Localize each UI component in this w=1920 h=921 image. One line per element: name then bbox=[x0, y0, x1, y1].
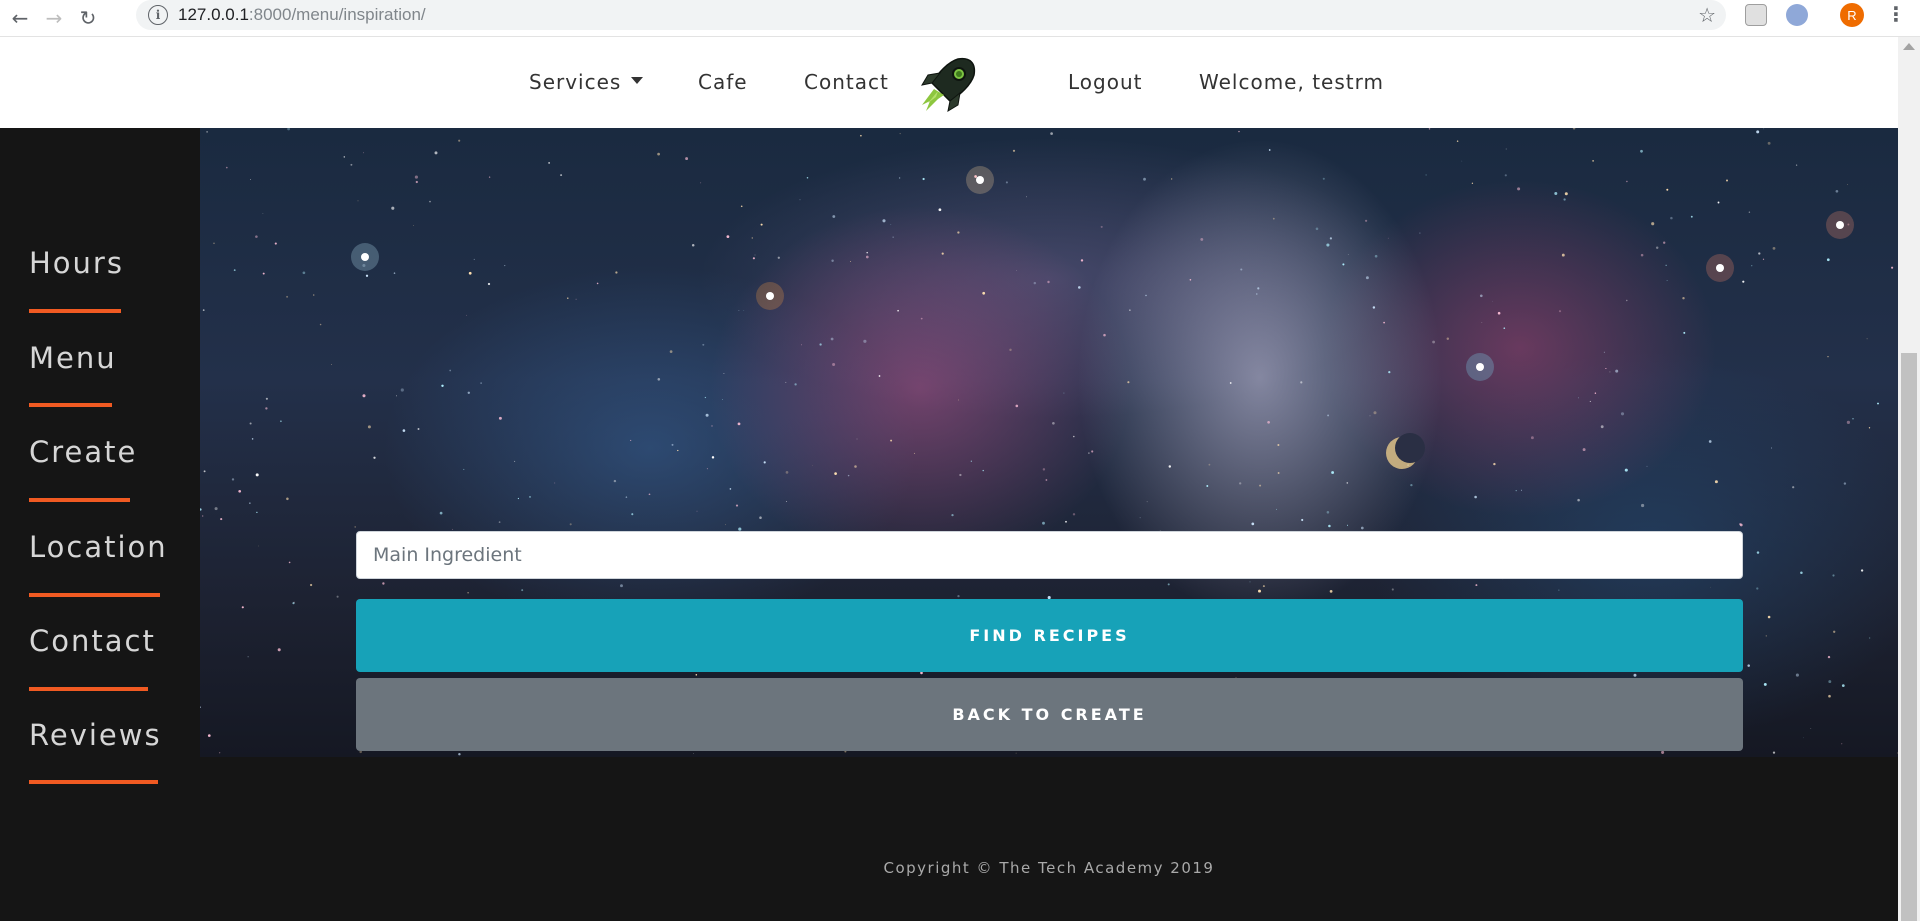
caret-down-icon bbox=[631, 77, 644, 84]
bookmark-star-icon[interactable]: ☆ bbox=[1698, 3, 1716, 27]
sidebar-item-menu[interactable]: Menu bbox=[29, 341, 117, 375]
sidebar-underline bbox=[29, 593, 160, 597]
browser-menu-icon[interactable]: ⋮ bbox=[1886, 2, 1906, 26]
sidebar: Hours Menu Create Location Contact Revie… bbox=[0, 128, 200, 921]
forward-arrow-icon[interactable]: → bbox=[40, 4, 68, 32]
back-to-create-button[interactable]: BACK TO CREATE bbox=[356, 678, 1743, 751]
nav-logout-link[interactable]: Logout bbox=[1068, 70, 1142, 94]
sidebar-item-hours[interactable]: Hours bbox=[29, 246, 124, 280]
sidebar-underline bbox=[29, 780, 158, 784]
scroll-up-arrow-icon[interactable] bbox=[1903, 43, 1915, 50]
scrollbar-thumb[interactable] bbox=[1901, 353, 1917, 921]
sidebar-item-location[interactable]: Location bbox=[29, 530, 168, 564]
nav-services-label: Services bbox=[529, 70, 622, 94]
find-recipes-button[interactable]: FIND RECIPES bbox=[356, 599, 1743, 672]
browser-toolbar: ← → ↻ i 127.0.0.1:8000/menu/inspiration/… bbox=[0, 0, 1920, 37]
sidebar-underline bbox=[29, 403, 112, 407]
url-path: :8000/menu/inspiration/ bbox=[248, 5, 426, 24]
sidebar-underline bbox=[29, 309, 121, 313]
sidebar-item-reviews[interactable]: Reviews bbox=[29, 718, 162, 752]
rocket-logo-icon[interactable] bbox=[918, 55, 978, 115]
reload-icon[interactable]: ↻ bbox=[74, 4, 102, 32]
url-host: 127.0.0.1 bbox=[178, 5, 249, 24]
main-ingredient-input[interactable] bbox=[356, 531, 1743, 579]
nav-welcome-user[interactable]: Welcome, testrm bbox=[1199, 70, 1384, 94]
nav-contact-link[interactable]: Contact bbox=[804, 70, 889, 94]
nav-services-dropdown[interactable]: Services bbox=[529, 70, 644, 94]
footer-copyright: Copyright © The Tech Academy 2019 bbox=[883, 859, 1215, 877]
site-navbar: Services Cafe Contact Logout Welcome, te… bbox=[0, 37, 1898, 128]
extension-icon[interactable] bbox=[1745, 4, 1767, 26]
sidebar-underline bbox=[29, 498, 130, 502]
address-bar[interactable]: i 127.0.0.1:8000/menu/inspiration/ ☆ bbox=[136, 0, 1726, 30]
page-scrollbar[interactable] bbox=[1898, 37, 1920, 921]
extension-icon[interactable] bbox=[1786, 4, 1808, 26]
back-arrow-icon[interactable]: ← bbox=[6, 4, 34, 32]
site-info-icon[interactable]: i bbox=[148, 5, 168, 25]
url-text[interactable]: 127.0.0.1:8000/menu/inspiration/ bbox=[178, 5, 426, 25]
sidebar-underline bbox=[29, 687, 148, 691]
sidebar-item-create[interactable]: Create bbox=[29, 435, 137, 469]
nav-cafe-link[interactable]: Cafe bbox=[698, 70, 748, 94]
sidebar-item-contact[interactable]: Contact bbox=[29, 624, 156, 658]
profile-avatar[interactable]: R bbox=[1840, 3, 1864, 27]
